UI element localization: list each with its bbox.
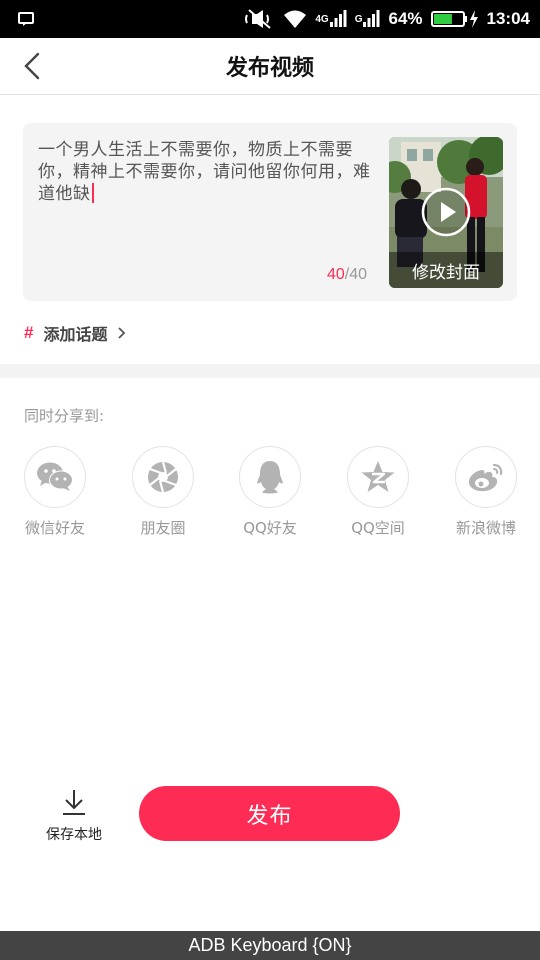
publish-button[interactable]: 发布	[139, 786, 400, 841]
battery-icon	[430, 10, 479, 28]
share-weibo-button[interactable]: 新浪微博	[441, 446, 531, 538]
signal-g-icon: G	[355, 10, 381, 28]
section-divider	[0, 364, 540, 378]
clock: 13:04	[486, 9, 530, 28]
header: 发布视频	[0, 38, 540, 95]
mute-icon	[243, 9, 275, 29]
edit-cover-button[interactable]: 修改封面	[389, 252, 503, 288]
back-button[interactable]	[18, 52, 46, 80]
share-qzone-button[interactable]: QQ空间	[333, 446, 423, 538]
notification-icon	[18, 12, 34, 26]
qzone-icon	[347, 446, 409, 508]
caption-input[interactable]: 一个男人生活上不需要你，物质上不需要你，精神上不需要你，请问他留你何用，难道他缺	[38, 139, 383, 205]
qq-icon	[239, 446, 301, 508]
download-icon	[63, 790, 85, 815]
share-weibo-label: 新浪微博	[455, 519, 516, 537]
share-qq-button[interactable]: QQ好友	[225, 446, 315, 538]
share-wechat-button[interactable]: 微信好友	[10, 446, 100, 538]
keyboard-status-bar: ADB Keyboard {ON}	[0, 931, 540, 960]
wechat-icon	[24, 446, 86, 508]
add-topic-button[interactable]: # 添加话题	[24, 320, 126, 346]
weibo-icon	[455, 446, 517, 508]
share-qzone-label: QQ空间	[351, 519, 405, 537]
signal-4g-icon: 4G	[315, 10, 347, 28]
chevron-left-icon	[24, 52, 40, 80]
battery-percent: 64%	[388, 9, 423, 28]
add-topic-label: 添加话题	[43, 325, 108, 344]
char-counter: 40/40	[327, 266, 367, 284]
wifi-icon	[283, 9, 307, 29]
save-local-button[interactable]: 保存本地	[40, 788, 108, 844]
char-count-total: /40	[344, 266, 368, 283]
share-moments-label: 朋友圈	[140, 519, 186, 537]
share-wechat-label: 微信好友	[24, 519, 85, 537]
page-title: 发布视频	[225, 56, 314, 81]
chevron-right-icon	[117, 326, 126, 340]
video-cover-thumbnail[interactable]: 修改封面	[389, 137, 503, 288]
char-count-used: 40	[327, 266, 345, 283]
share-to-label: 同时分享到:	[24, 407, 105, 425]
play-icon[interactable]	[421, 187, 471, 237]
caption-text: 一个男人生活上不需要你，物质上不需要你，精神上不需要你，请问他留你何用，难道他缺	[38, 140, 371, 204]
moments-icon	[132, 446, 194, 508]
status-bar: 4G G 64% 13:04	[0, 0, 540, 38]
share-moments-button[interactable]: 朋友圈	[118, 446, 208, 538]
net-g-label: G	[354, 13, 363, 25]
charging-icon	[469, 10, 478, 28]
composer-card: 一个男人生活上不需要你，物质上不需要你，精神上不需要你，请问他留你何用，难道他缺…	[23, 123, 517, 301]
net-4g-label: 4G	[315, 13, 329, 25]
share-qq-label: QQ好友	[243, 519, 297, 537]
hashtag-icon: #	[24, 323, 34, 342]
text-cursor	[91, 183, 94, 203]
save-local-label: 保存本地	[46, 827, 102, 843]
